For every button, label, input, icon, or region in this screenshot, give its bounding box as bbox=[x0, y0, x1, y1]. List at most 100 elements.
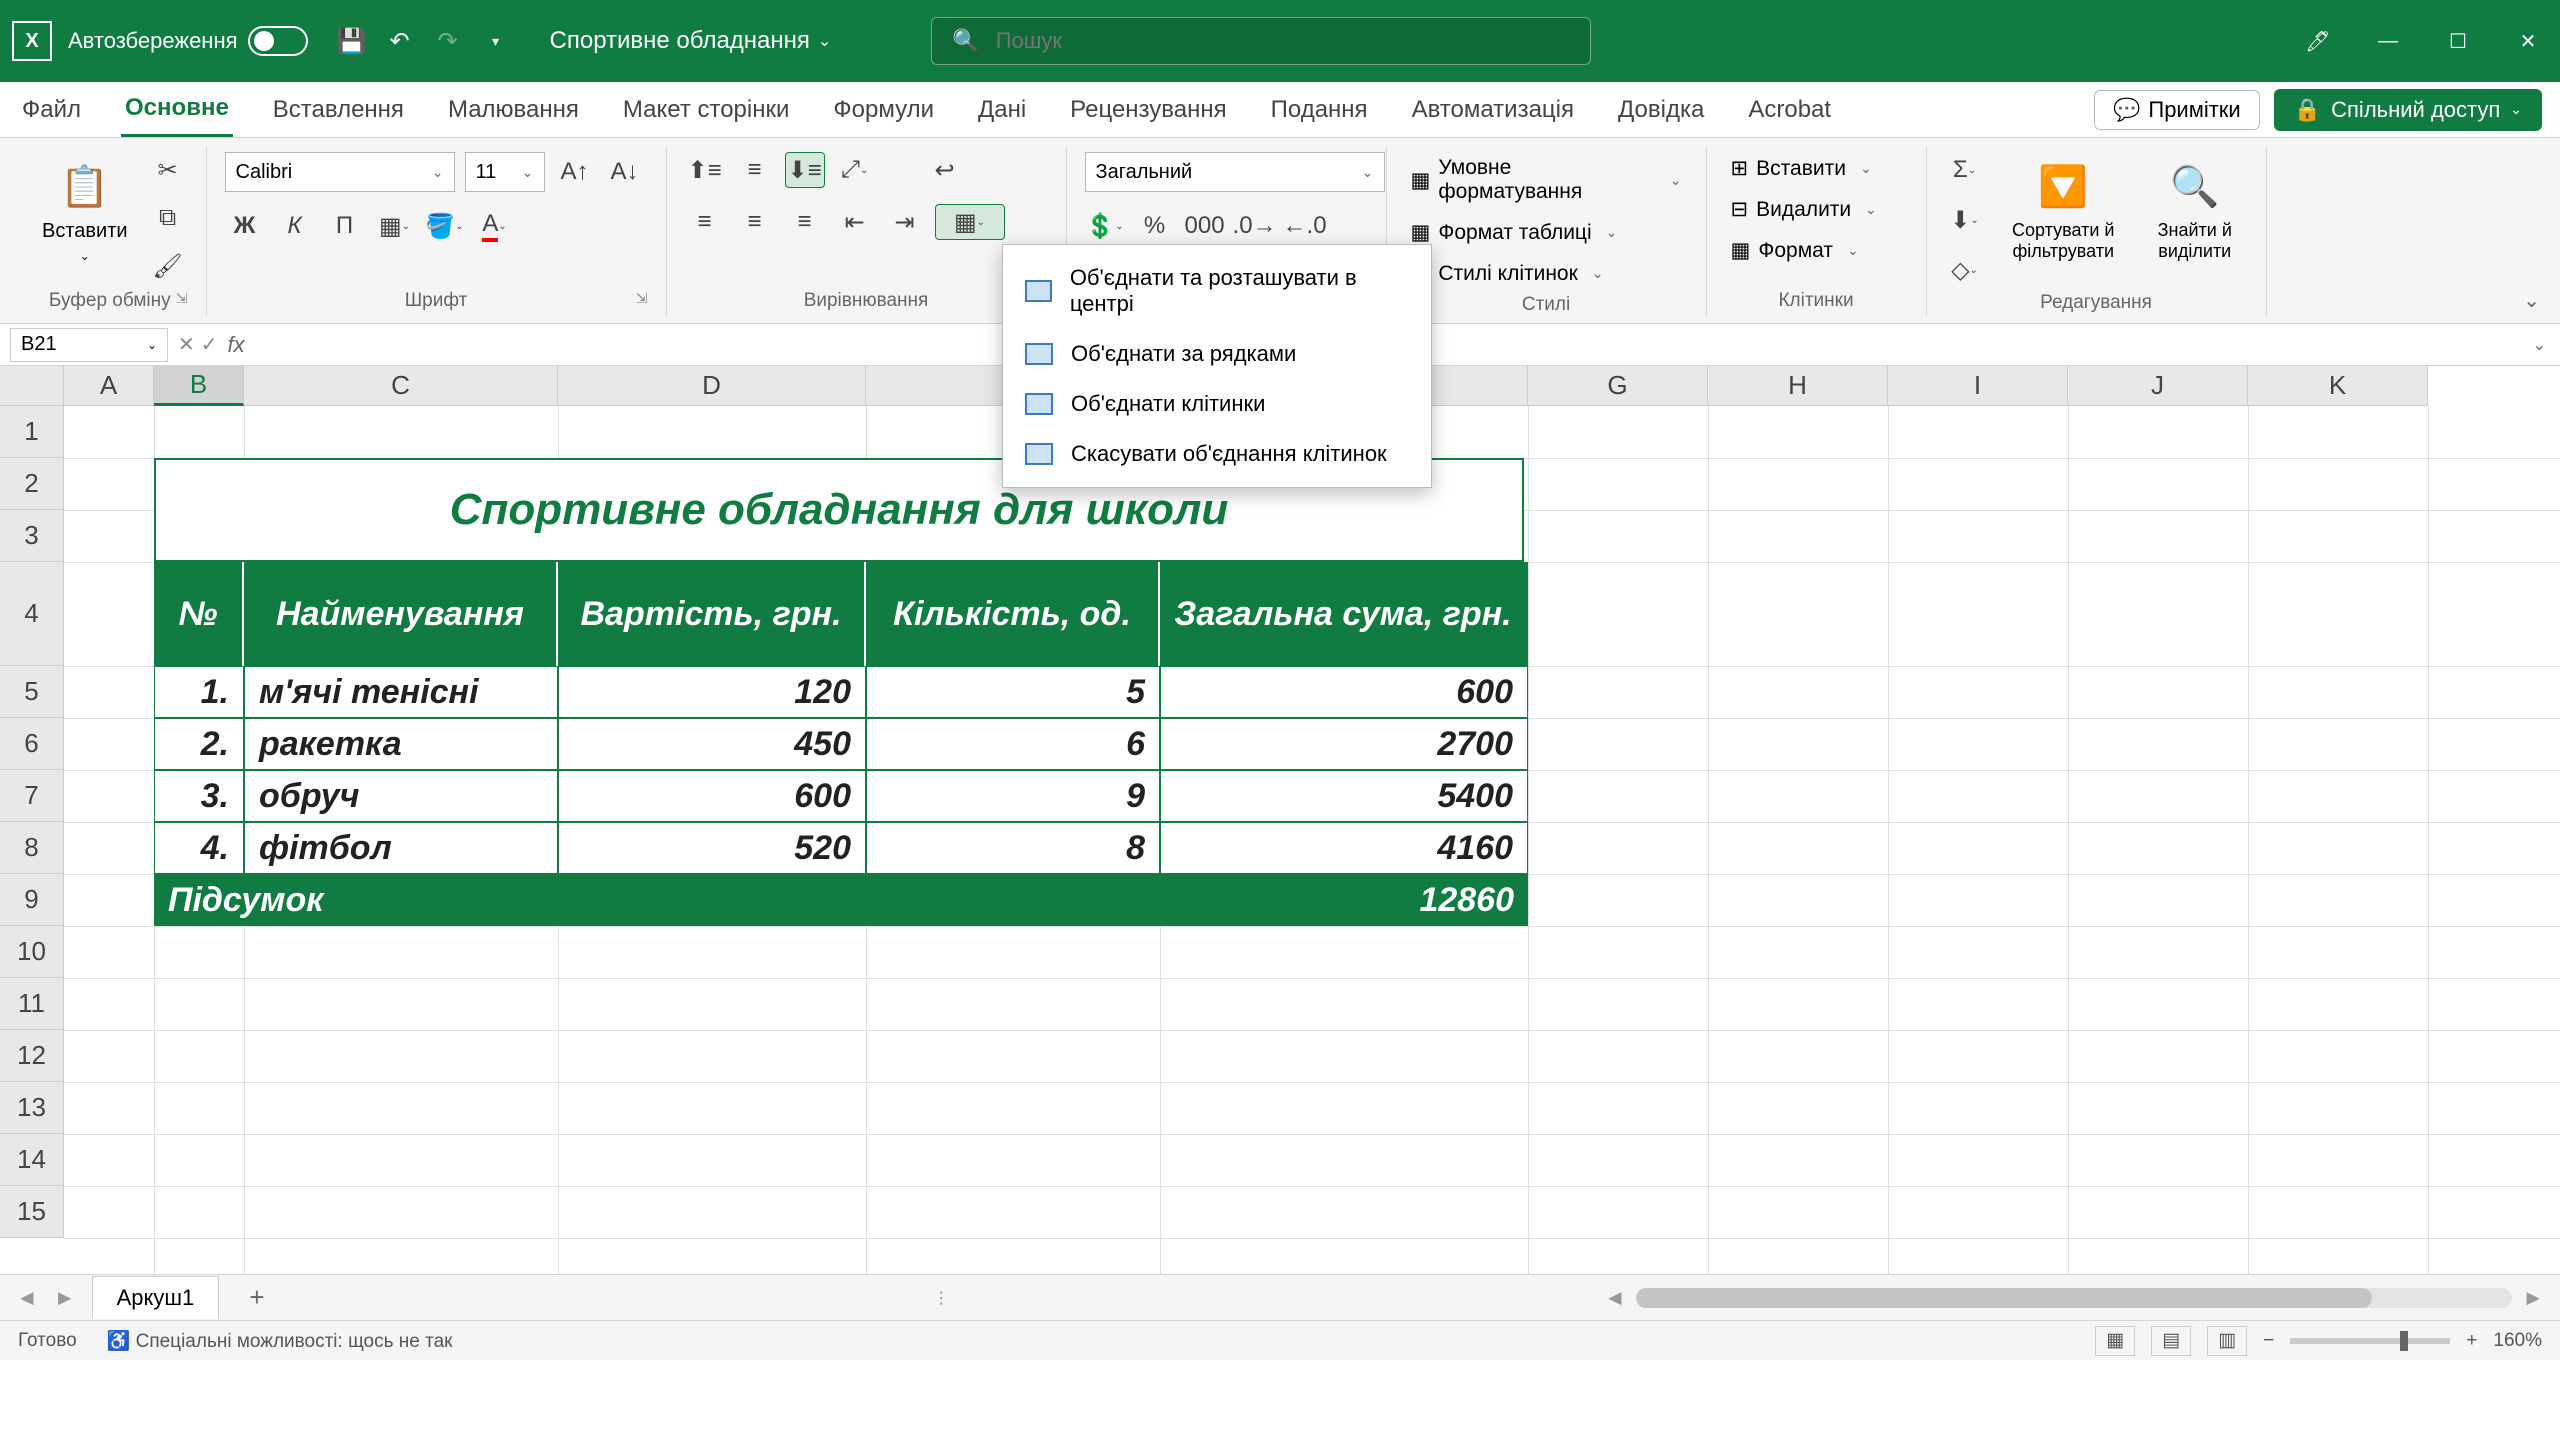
increase-decimal-icon[interactable]: .0→ bbox=[1235, 208, 1275, 244]
zoom-level[interactable]: 160% bbox=[2493, 1330, 2542, 1352]
sort-filter-button[interactable]: 🔽Сортувати й фільтрувати bbox=[1995, 152, 2132, 268]
column-header-H[interactable]: H bbox=[1708, 366, 1888, 406]
page-break-view-icon[interactable]: ▥ bbox=[2207, 1326, 2247, 1356]
row-header-13[interactable]: 13 bbox=[0, 1082, 64, 1134]
qat-customize-icon[interactable]: ▾ bbox=[478, 23, 514, 59]
page-layout-view-icon[interactable]: ▤ bbox=[2151, 1326, 2191, 1356]
cell-qty[interactable]: 5 bbox=[866, 666, 1160, 718]
column-header-D[interactable]: D bbox=[558, 366, 866, 406]
increase-indent-icon[interactable]: ⇥ bbox=[885, 204, 925, 240]
align-top-icon[interactable]: ⬆≡ bbox=[685, 152, 725, 188]
font-name-combo[interactable]: Calibri⌄ bbox=[225, 152, 455, 192]
clear-icon[interactable]: ◇ ⌄ bbox=[1945, 252, 1985, 288]
insert-cells-button[interactable]: ⊞Вставити⌄ bbox=[1725, 152, 1883, 185]
comments-button[interactable]: 💬Примітки bbox=[2094, 90, 2260, 130]
conditional-formatting-button[interactable]: ▦Умовне форматування⌄ bbox=[1405, 152, 1688, 208]
align-middle-icon[interactable]: ≡ bbox=[735, 152, 775, 188]
percent-icon[interactable]: % bbox=[1135, 208, 1175, 244]
row-header-4[interactable]: 4 bbox=[0, 562, 64, 666]
merge-center-button[interactable]: ▦ ⌄ bbox=[935, 204, 1005, 240]
unmerge-cells-item[interactable]: Скасувати об'єднання клітинок bbox=[1003, 429, 1431, 479]
redo-icon[interactable]: ↷ bbox=[430, 23, 466, 59]
cell-cost[interactable]: 450 bbox=[558, 718, 866, 770]
cell-num[interactable]: 1. bbox=[154, 666, 244, 718]
cell-name[interactable]: фітбол bbox=[244, 822, 558, 874]
cell-num[interactable]: 4. bbox=[154, 822, 244, 874]
merge-cells-item[interactable]: Об'єднати клітинки bbox=[1003, 379, 1431, 429]
spreadsheet-grid[interactable]: ABCDEFGHIJK 123456789101112131415 Спорти… bbox=[0, 366, 2560, 1274]
fill-icon[interactable]: ⬇ ⌄ bbox=[1945, 202, 1985, 238]
cell-cost[interactable]: 600 bbox=[558, 770, 866, 822]
align-right-icon[interactable]: ≡ bbox=[785, 204, 825, 240]
search-input[interactable] bbox=[996, 28, 1571, 54]
increase-font-icon[interactable]: A↑ bbox=[555, 154, 595, 190]
borders-button[interactable]: ▦⌄ bbox=[375, 208, 415, 244]
wrap-text-icon[interactable]: ↩ bbox=[925, 152, 965, 188]
row-header-15[interactable]: 15 bbox=[0, 1186, 64, 1238]
save-icon[interactable]: 💾 bbox=[334, 23, 370, 59]
find-select-button[interactable]: 🔍Знайти й виділити bbox=[2142, 152, 2248, 268]
toggle-switch[interactable] bbox=[248, 26, 308, 56]
prev-sheet-icon[interactable]: ◄ bbox=[16, 1285, 38, 1311]
column-header-A[interactable]: A bbox=[64, 366, 154, 406]
column-header-K[interactable]: K bbox=[2248, 366, 2428, 406]
zoom-out-icon[interactable]: − bbox=[2263, 1330, 2274, 1352]
cell-num[interactable]: 2. bbox=[154, 718, 244, 770]
launcher-icon[interactable]: ⇲ bbox=[636, 290, 648, 307]
cell-total[interactable]: 2700 bbox=[1160, 718, 1528, 770]
header-num[interactable]: № bbox=[154, 562, 244, 666]
row-header-5[interactable]: 5 bbox=[0, 666, 64, 718]
tab-file[interactable]: Файл bbox=[18, 84, 85, 136]
column-header-J[interactable]: J bbox=[2068, 366, 2248, 406]
zoom-slider[interactable] bbox=[2290, 1338, 2450, 1344]
collapse-ribbon-icon[interactable]: ⌄ bbox=[2523, 288, 2540, 313]
header-name[interactable]: Найменування bbox=[244, 562, 558, 666]
header-total[interactable]: Загальна сума, грн. bbox=[1160, 562, 1528, 666]
launcher-icon[interactable]: ⇲ bbox=[176, 290, 188, 307]
font-color-button[interactable]: A⌄ bbox=[475, 208, 515, 244]
paste-button[interactable]: 📋 Вставити ⌄ bbox=[32, 152, 138, 269]
merge-across-item[interactable]: Об'єднати за рядками bbox=[1003, 329, 1431, 379]
header-cost[interactable]: Вартість, грн. bbox=[558, 562, 866, 666]
orientation-icon[interactable]: ⤢⌄ bbox=[835, 152, 875, 188]
tab-insert[interactable]: Вставлення bbox=[269, 84, 408, 136]
cell-qty[interactable]: 6 bbox=[866, 718, 1160, 770]
cell-qty[interactable]: 9 bbox=[866, 770, 1160, 822]
autosum-icon[interactable]: Σ ⌄ bbox=[1945, 152, 1985, 188]
cell-name[interactable]: м'ячі тенісні bbox=[244, 666, 558, 718]
align-bottom-icon[interactable]: ⬇≡ bbox=[785, 152, 825, 188]
tab-help[interactable]: Довідка bbox=[1614, 84, 1708, 136]
tab-data[interactable]: Дані bbox=[974, 84, 1030, 136]
select-all-corner[interactable] bbox=[0, 366, 64, 406]
footer-label[interactable]: Підсумок bbox=[154, 874, 1160, 926]
cell-qty[interactable]: 8 bbox=[866, 822, 1160, 874]
horizontal-scrollbar[interactable]: ◄ ► bbox=[1604, 1285, 2544, 1311]
row-header-6[interactable]: 6 bbox=[0, 718, 64, 770]
underline-button[interactable]: П bbox=[325, 208, 365, 244]
cancel-formula-icon[interactable]: ✕ bbox=[178, 332, 195, 357]
decrease-font-icon[interactable]: A↓ bbox=[605, 154, 645, 190]
comma-style-icon[interactable]: 000 bbox=[1185, 208, 1225, 244]
cell-total[interactable]: 5400 bbox=[1160, 770, 1528, 822]
row-header-9[interactable]: 9 bbox=[0, 874, 64, 926]
tab-review[interactable]: Рецензування bbox=[1066, 84, 1230, 136]
bold-button[interactable]: Ж bbox=[225, 208, 265, 244]
align-center-icon[interactable]: ≡ bbox=[735, 204, 775, 240]
column-header-C[interactable]: C bbox=[244, 366, 558, 406]
tab-formulas[interactable]: Формули bbox=[829, 84, 938, 136]
undo-icon[interactable]: ↶ bbox=[382, 23, 418, 59]
accessibility-status[interactable]: ♿ Спеціальні можливості: щось не так bbox=[107, 1329, 453, 1353]
sheet-tab-1[interactable]: Аркуш1 bbox=[92, 1276, 220, 1319]
share-button[interactable]: 🔒Спільний доступ⌄ bbox=[2274, 89, 2542, 131]
column-header-G[interactable]: G bbox=[1528, 366, 1708, 406]
decrease-decimal-icon[interactable]: ←.0 bbox=[1285, 208, 1325, 244]
tab-draw[interactable]: Малювання bbox=[444, 84, 583, 136]
decrease-indent-icon[interactable]: ⇤ bbox=[835, 204, 875, 240]
search-box[interactable]: 🔍 bbox=[931, 17, 1591, 65]
copy-icon[interactable]: ⧉ bbox=[148, 200, 188, 236]
row-header-10[interactable]: 10 bbox=[0, 926, 64, 978]
name-box[interactable]: B21⌄ bbox=[10, 328, 168, 362]
cell-cost[interactable]: 120 bbox=[558, 666, 866, 718]
merge-center-item[interactable]: Об'єднати та розташувати в центрі bbox=[1003, 253, 1431, 329]
tab-view[interactable]: Подання bbox=[1267, 84, 1372, 136]
